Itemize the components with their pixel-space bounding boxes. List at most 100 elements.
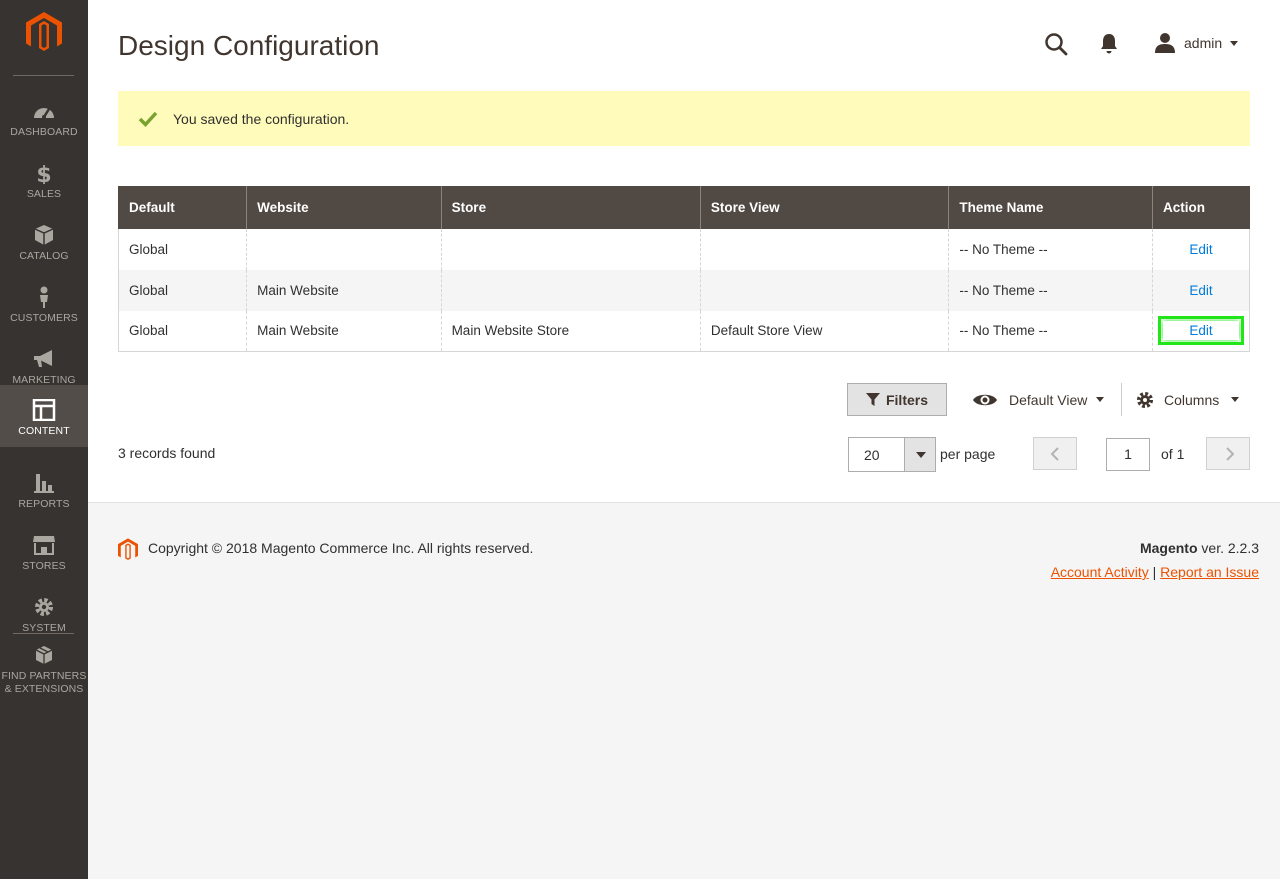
columns-switcher[interactable]: Columns (1136, 383, 1240, 416)
edit-link[interactable]: Edit (1189, 240, 1212, 259)
svg-text:$: $ (36, 163, 51, 184)
content-divider (88, 502, 1280, 503)
table-row: Global Main Website -- No Theme -- Edit (117, 269, 1251, 311)
funnel-icon (865, 392, 880, 406)
sidebar-item-label: CATALOG (19, 250, 69, 262)
cell-theme-name: -- No Theme -- (948, 269, 1153, 311)
edit-link-highlighted[interactable]: Edit (1157, 316, 1244, 346)
user-name: admin (1184, 35, 1223, 51)
gear-icon (1136, 391, 1154, 408)
sidebar-divider (13, 633, 74, 634)
page-number-input[interactable]: 1 (1106, 438, 1150, 471)
user-icon (1155, 33, 1175, 53)
chevron-down-icon (1096, 397, 1105, 402)
message-text: You saved the configuration. (173, 110, 350, 127)
sidebar-item-catalog[interactable]: CATALOG (0, 210, 88, 272)
per-page-dropdown-button[interactable] (904, 438, 935, 471)
column-header-store[interactable]: Store (440, 186, 701, 229)
page-title: Design Configuration (118, 30, 380, 61)
column-header-website[interactable]: Website (246, 186, 442, 229)
brand-name: Magento (1139, 540, 1198, 556)
sidebar-item-label: CUSTOMERS (10, 312, 78, 324)
cell-store-view: Default Store View (699, 310, 949, 352)
cell-theme-name: -- No Theme -- (948, 310, 1153, 352)
cell-store-view (699, 228, 949, 270)
dashboard-icon (34, 108, 54, 119)
megaphone-icon (34, 350, 52, 367)
sidebar-item-customers[interactable]: CUSTOMERS (0, 272, 88, 334)
cell-website (246, 228, 442, 270)
account-activity-link[interactable]: Account Activity (1051, 564, 1149, 580)
previous-page-button[interactable] (1033, 437, 1077, 470)
view-switcher[interactable]: Default View (972, 383, 1105, 416)
cell-default: Global (117, 269, 247, 311)
main-content: Design Configuration admin You saved the… (88, 0, 1280, 502)
table-row: Global Main Website Main Website Store D… (117, 310, 1251, 352)
cell-website: Main Website (246, 269, 442, 311)
sidebar-item-reports[interactable]: REPORTS (0, 458, 88, 520)
bar-chart-icon (34, 474, 54, 493)
sidebar-item-find-partners[interactable]: FIND PARTNERS & EXTENSIONS (0, 643, 88, 705)
storefront-icon (33, 536, 55, 555)
view-label: Default View (1009, 391, 1088, 408)
chevron-down-icon (1231, 397, 1240, 402)
sidebar-item-content[interactable]: CONTENT (0, 385, 88, 447)
cell-store: Main Website Store (440, 310, 701, 352)
dollar-icon: $ (36, 163, 51, 184)
chevron-right-icon (1226, 447, 1235, 461)
footer-links: Account Activity | Report an Issue (1051, 564, 1259, 580)
cubes-icon (35, 646, 53, 664)
sidebar-item-label: DASHBOARD (10, 126, 78, 138)
sidebar-item-system[interactable]: SYSTEM (0, 582, 88, 644)
copyright-text: Copyright © 2018 Magento Commerce Inc. A… (148, 540, 534, 556)
filters-label: Filters (885, 391, 928, 408)
filters-button[interactable]: Filters (847, 383, 947, 416)
column-header-theme-name[interactable]: Theme Name (948, 186, 1153, 229)
next-page-button[interactable] (1206, 437, 1250, 470)
cell-default: Global (117, 228, 247, 270)
report-issue-link[interactable]: Report an Issue (1160, 564, 1259, 580)
cell-default: Global (117, 310, 247, 352)
person-icon (40, 286, 48, 308)
magento-logo-icon (118, 538, 138, 560)
box-icon (34, 225, 54, 245)
gear-icon (35, 598, 53, 616)
sidebar-item-label: REPORTS (18, 498, 70, 510)
sidebar-item-label: & EXTENSIONS (4, 683, 84, 695)
sidebar-item-sales[interactable]: $ SALES (0, 148, 88, 210)
sidebar-item-label: FIND PARTNERS (1, 670, 87, 682)
sidebar-item-dashboard[interactable]: DASHBOARD (0, 86, 88, 148)
table-row: Global -- No Theme -- Edit (117, 228, 1251, 270)
sidebar-divider (13, 75, 74, 76)
user-menu[interactable]: admin (1154, 30, 1239, 56)
magento-logo-icon[interactable] (26, 12, 62, 54)
cell-website: Main Website (246, 310, 442, 352)
chevron-left-icon (1050, 447, 1059, 461)
columns-label: Columns (1164, 391, 1220, 408)
cell-store (440, 269, 701, 311)
chevron-down-icon (1230, 40, 1239, 46)
per-page-label: per page (940, 446, 996, 462)
page-total: of 1 (1161, 446, 1185, 462)
toolbar-divider (1121, 383, 1122, 416)
version-text: ver. 2.2.3 (1197, 540, 1259, 556)
search-icon[interactable] (1044, 32, 1068, 56)
per-page-select[interactable]: 20 (848, 437, 936, 472)
sidebar-item-label: STORES (22, 560, 66, 572)
checkmark-icon (138, 111, 158, 127)
per-page-value: 20 (864, 447, 880, 463)
bell-icon[interactable] (1099, 33, 1119, 55)
column-header-store-view[interactable]: Store View (699, 186, 950, 229)
success-message: You saved the configuration. (118, 91, 1250, 146)
design-config-grid: Default Website Store Store View Theme N… (117, 186, 1251, 352)
layout-icon (32, 399, 56, 421)
column-header-action: Action (1151, 186, 1251, 229)
admin-sidebar: DASHBOARD $ SALES CATALOG CUSTOMERS MARK… (0, 0, 88, 879)
link-separator: | (1152, 564, 1157, 580)
sidebar-item-stores[interactable]: STORES (0, 520, 88, 582)
edit-link[interactable]: Edit (1189, 281, 1212, 300)
version-info: Magento ver. 2.2.3 (1140, 540, 1259, 556)
cell-store-view (699, 269, 949, 311)
column-header-default[interactable]: Default (117, 186, 248, 229)
cell-store (440, 228, 701, 270)
